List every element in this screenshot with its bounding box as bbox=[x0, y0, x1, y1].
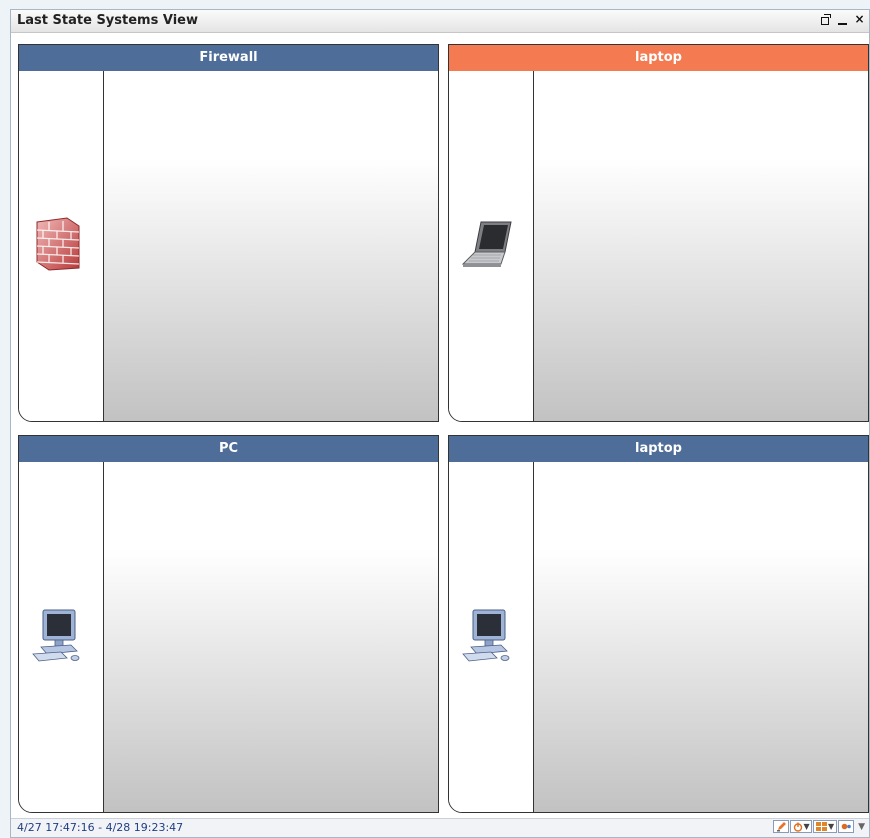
panel-header: PC bbox=[19, 436, 438, 462]
more-dropdown-icon[interactable]: ▼ bbox=[858, 822, 865, 832]
panel-content-area bbox=[534, 71, 868, 421]
desktop-pc-icon bbox=[462, 609, 510, 662]
layout-icon[interactable]: ▼ bbox=[813, 820, 838, 833]
time-range-label: 4/27 17:47:16 - 4/28 19:23:47 bbox=[17, 821, 184, 834]
panel-icon-column bbox=[449, 462, 534, 812]
panel-content-area bbox=[104, 71, 438, 421]
power-icon[interactable]: ▼ bbox=[790, 820, 813, 833]
laptop-icon bbox=[461, 221, 512, 267]
window-title: Last State Systems View bbox=[17, 13, 198, 28]
window-titlebar[interactable]: Last State Systems View × bbox=[11, 10, 869, 33]
minimize-icon[interactable] bbox=[837, 13, 848, 26]
restore-icon[interactable] bbox=[820, 13, 831, 26]
panel-content-area bbox=[104, 462, 438, 812]
status-toolbar: ▼ ▼ ▼ bbox=[773, 820, 865, 833]
system-panel-laptop-2[interactable]: laptop bbox=[448, 435, 869, 813]
window-controls: × bbox=[820, 13, 865, 26]
last-state-systems-view-window: Last State Systems View × Firewall lapto… bbox=[10, 9, 870, 838]
panel-icon-column bbox=[19, 71, 104, 421]
panel-icon-column bbox=[19, 462, 104, 812]
desktop-pc-icon bbox=[32, 609, 80, 662]
panel-icon-column bbox=[449, 71, 534, 421]
edit-icon[interactable] bbox=[773, 820, 790, 833]
status-bar: 4/27 17:47:16 - 4/28 19:23:47 ▼ ▼ ▼ bbox=[11, 818, 869, 837]
record-icon[interactable] bbox=[838, 820, 855, 833]
system-panel-laptop-1[interactable]: laptop bbox=[448, 44, 869, 422]
firewall-icon bbox=[36, 217, 80, 271]
system-panel-pc[interactable]: PC bbox=[18, 435, 439, 813]
panel-content-area bbox=[534, 462, 868, 812]
panel-header: laptop bbox=[449, 45, 868, 71]
system-panel-firewall[interactable]: Firewall bbox=[18, 44, 439, 422]
panel-header: Firewall bbox=[19, 45, 438, 71]
panel-header: laptop bbox=[449, 436, 868, 462]
close-icon[interactable]: × bbox=[854, 13, 865, 26]
